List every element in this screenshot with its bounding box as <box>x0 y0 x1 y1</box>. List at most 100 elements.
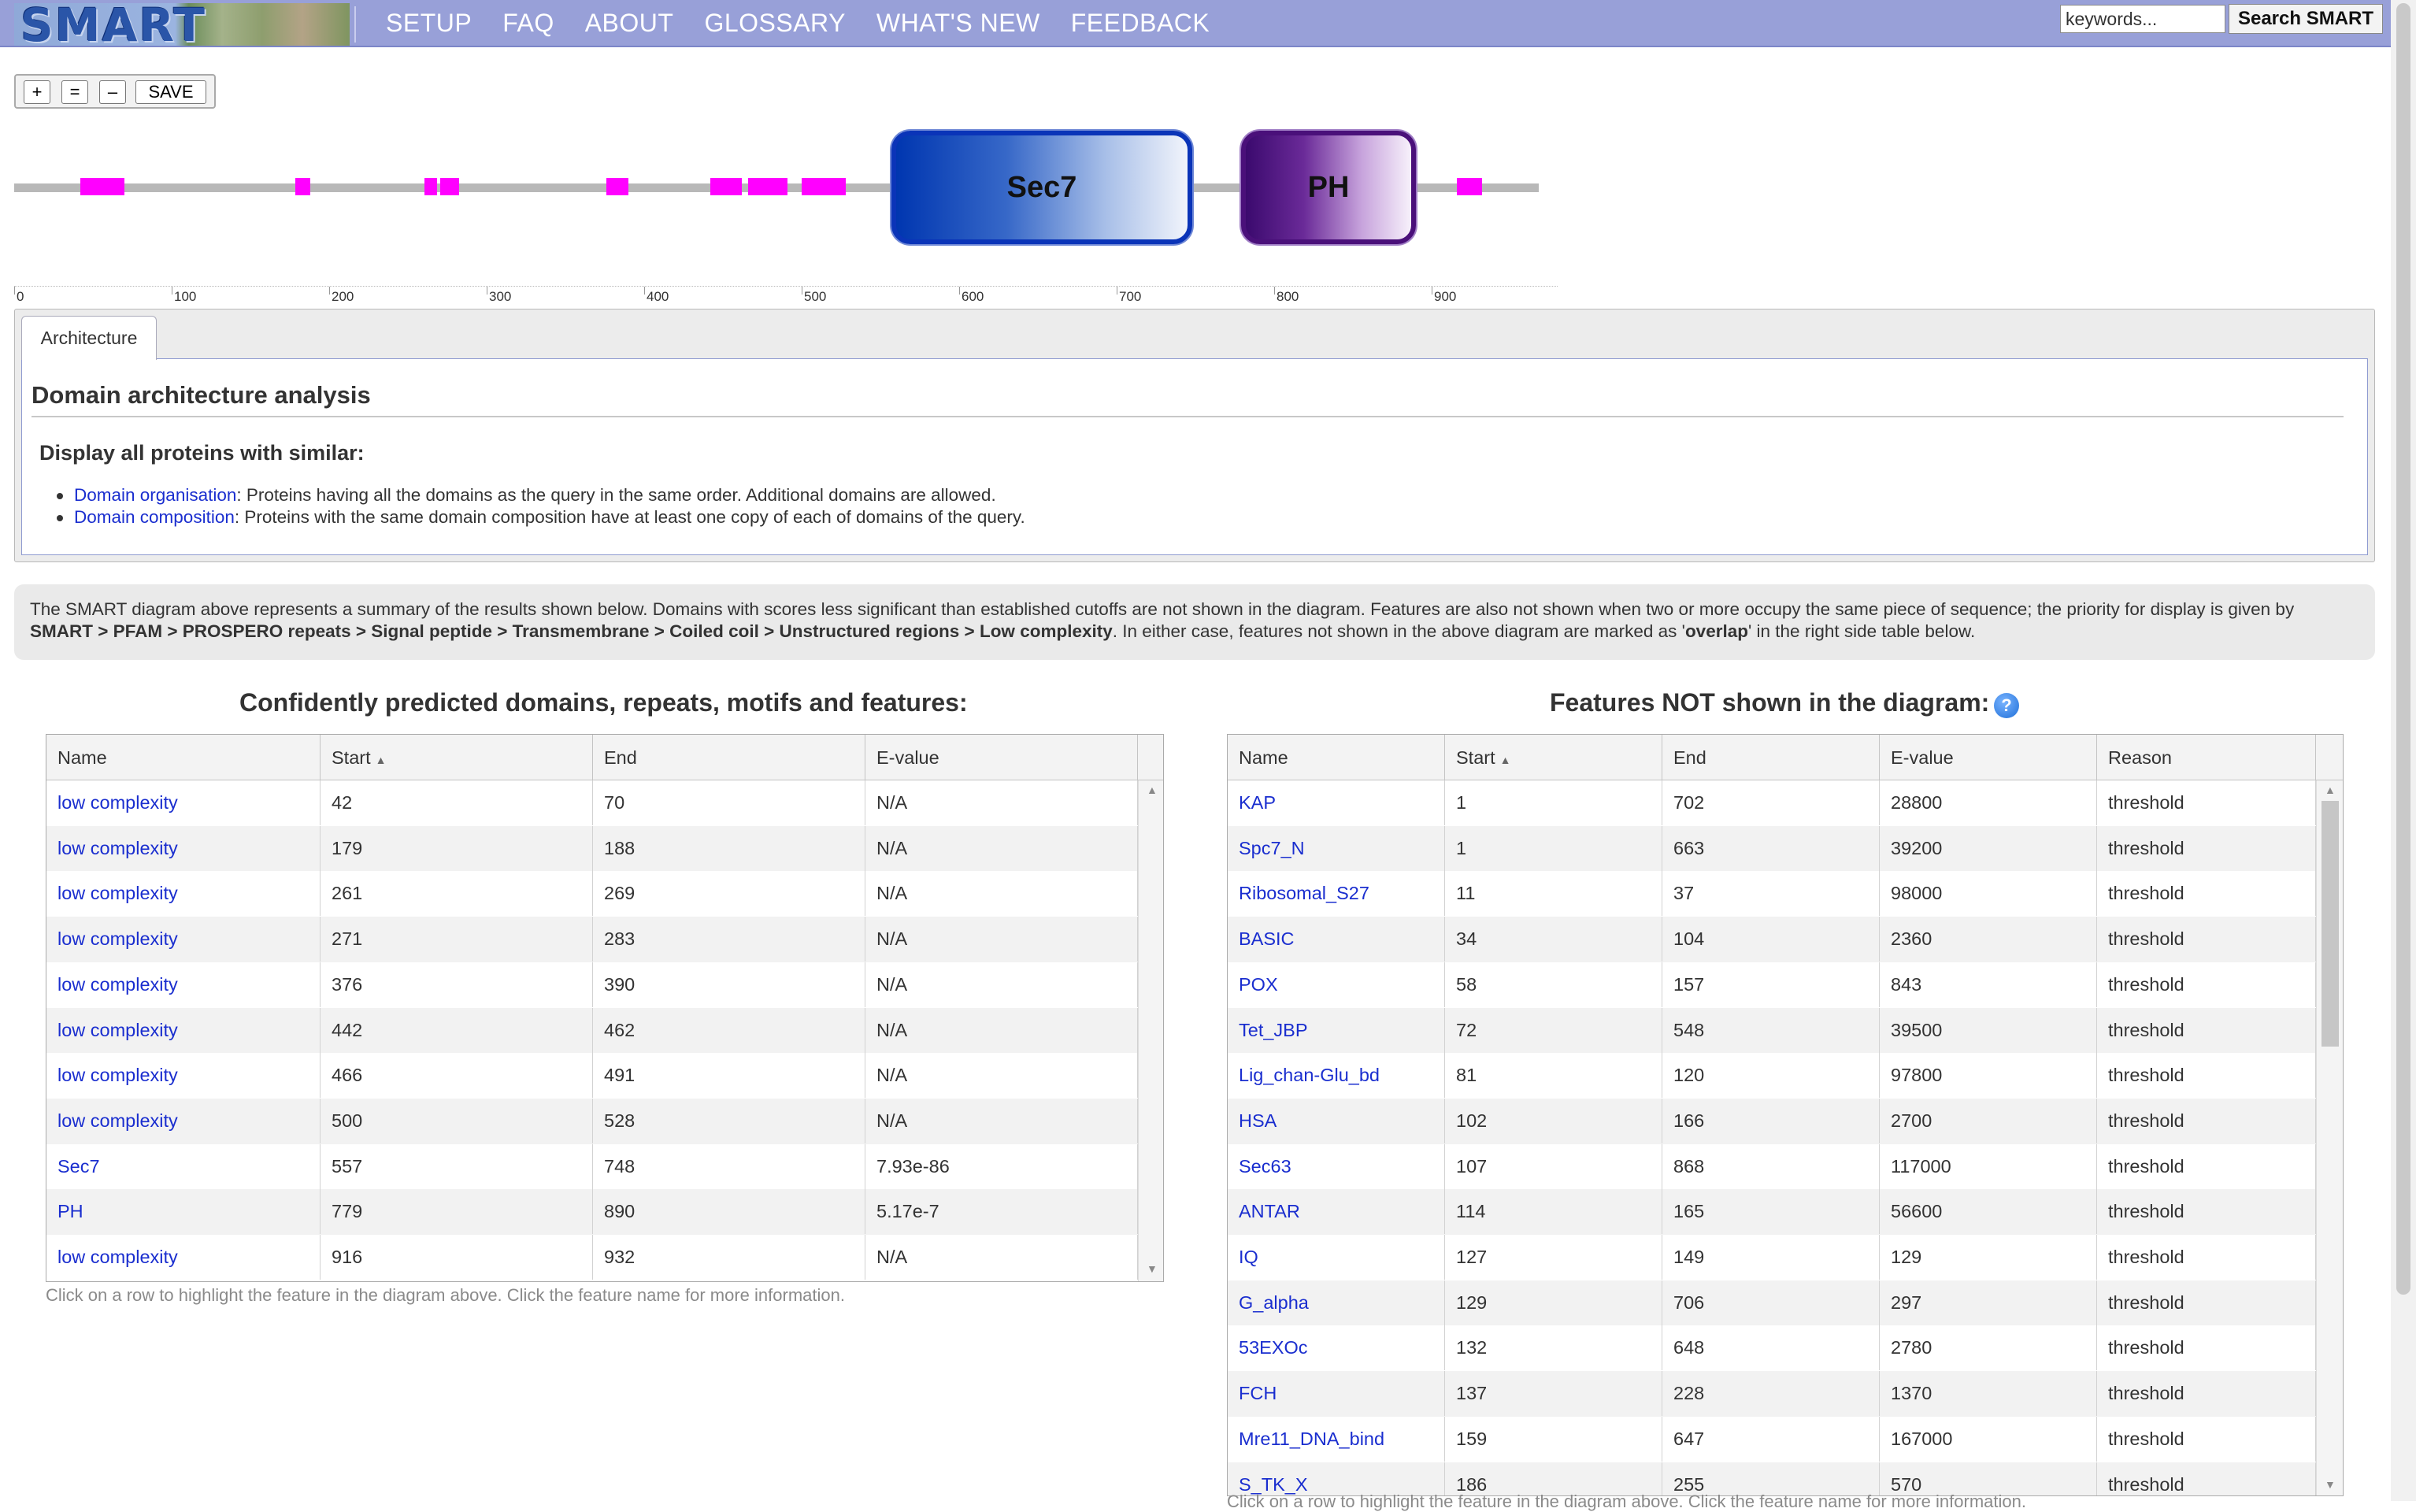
scroll-down-icon[interactable]: ▼ <box>2325 1478 2336 1491</box>
table-row[interactable]: POX 58 157 843 threshold <box>1228 962 2316 1008</box>
ph-domain[interactable]: PH <box>1241 131 1416 244</box>
zoom-reset-button[interactable]: = <box>61 80 88 104</box>
feature-name-link[interactable]: PH <box>46 1189 321 1235</box>
scroll-down-icon[interactable]: ▼ <box>1147 1262 1158 1275</box>
feature-name-link[interactable]: 53EXOc <box>1228 1325 1445 1371</box>
scroll-up-icon[interactable]: ▲ <box>1147 784 1158 796</box>
column-header-name[interactable]: Name <box>1228 735 1445 780</box>
feature-name-link[interactable]: low complexity <box>46 1098 321 1143</box>
table-scrollbar[interactable]: ▲ ▼ <box>2316 780 2343 1495</box>
search-input[interactable] <box>2060 5 2225 33</box>
feature-name-link[interactable]: KAP <box>1228 780 1445 825</box>
search-smart-button[interactable]: Search SMART <box>2229 4 2383 34</box>
low-complexity-segment[interactable] <box>748 178 787 195</box>
table-row[interactable]: G_alpha 129 706 297 threshold <box>1228 1280 2316 1326</box>
feature-name-link[interactable]: low complexity <box>46 780 321 825</box>
feature-name-link[interactable]: BASIC <box>1228 917 1445 962</box>
column-header-evalue[interactable]: E-value <box>865 735 1138 780</box>
feature-name-link[interactable]: POX <box>1228 962 1445 1007</box>
column-header-start[interactable]: Start ▲ <box>321 735 593 780</box>
column-header-start[interactable]: Start ▲ <box>1445 735 1662 780</box>
table-row[interactable]: IQ 127 149 129 threshold <box>1228 1235 2316 1280</box>
table-row[interactable]: BASIC 34 104 2360 threshold <box>1228 917 2316 962</box>
feature-name-link[interactable]: low complexity <box>46 917 321 962</box>
table-row[interactable]: low complexity 376 390 N/A <box>46 962 1138 1008</box>
table-row[interactable]: Sec7 557 748 7.93e-86 <box>46 1143 1138 1190</box>
table-cell: N/A <box>865 780 1138 825</box>
domain-composition-link[interactable]: Domain composition <box>74 507 235 527</box>
table-row[interactable]: HSA 102 166 2700 threshold <box>1228 1098 2316 1144</box>
zoom-in-button[interactable]: + <box>24 80 50 104</box>
feature-name-link[interactable]: low complexity <box>46 871 321 917</box>
column-header-name[interactable]: Name <box>46 735 321 780</box>
table-row[interactable]: low complexity 442 462 N/A <box>46 1007 1138 1054</box>
table-row[interactable]: Sec63 107 868 117000 threshold <box>1228 1143 2316 1190</box>
table-row[interactable]: FCH 137 228 1370 threshold <box>1228 1371 2316 1417</box>
zoom-out-button[interactable]: – <box>99 80 126 104</box>
feature-name-link[interactable]: Ribosomal_S27 <box>1228 871 1445 917</box>
sec7-domain[interactable]: Sec7 <box>891 131 1192 244</box>
feature-name-link[interactable]: HSA <box>1228 1098 1445 1143</box>
tab-architecture[interactable]: Architecture <box>21 316 157 360</box>
feature-name-link[interactable]: IQ <box>1228 1235 1445 1280</box>
list-item: Domain organisation: Proteins having all… <box>57 485 996 506</box>
nav-glossary[interactable]: GLOSSARY <box>704 9 845 38</box>
table-row[interactable]: Tet_JBP 72 548 39500 threshold <box>1228 1007 2316 1054</box>
table-row[interactable]: Ribosomal_S27 11 37 98000 threshold <box>1228 871 2316 917</box>
table-row[interactable]: ANTAR 114 165 56600 threshold <box>1228 1189 2316 1235</box>
low-complexity-segment[interactable] <box>606 178 628 195</box>
feature-name-link[interactable]: Sec7 <box>46 1143 321 1189</box>
low-complexity-segment[interactable] <box>802 178 846 195</box>
nav-feedback[interactable]: FEEDBACK <box>1071 9 1210 38</box>
table-row[interactable]: low complexity 500 528 N/A <box>46 1098 1138 1144</box>
nav-faq[interactable]: FAQ <box>502 9 554 38</box>
low-complexity-segment[interactable] <box>80 178 124 195</box>
feature-name-link[interactable]: low complexity <box>46 1235 321 1280</box>
save-button[interactable]: SAVE <box>135 80 206 104</box>
low-complexity-segment[interactable] <box>424 178 437 195</box>
table-row[interactable]: low complexity 179 188 N/A <box>46 825 1138 872</box>
table-row[interactable]: low complexity 916 932 N/A <box>46 1235 1138 1280</box>
table-row[interactable]: PH 779 890 5.17e-7 <box>46 1189 1138 1235</box>
feature-name-link[interactable]: Mre11_DNA_bind <box>1228 1416 1445 1462</box>
feature-name-link[interactable]: low complexity <box>46 1053 321 1099</box>
low-complexity-segment[interactable] <box>440 178 459 195</box>
column-header-end[interactable]: End <box>593 735 865 780</box>
feature-name-link[interactable]: low complexity <box>46 962 321 1007</box>
table-row[interactable]: low complexity 466 491 N/A <box>46 1053 1138 1099</box>
table-row[interactable]: low complexity 271 283 N/A <box>46 917 1138 962</box>
domain-organisation-link[interactable]: Domain organisation <box>74 485 236 505</box>
table-scrollbar[interactable]: ▲ ▼ <box>1138 780 1163 1281</box>
feature-name-link[interactable]: Tet_JBP <box>1228 1007 1445 1053</box>
feature-name-link[interactable]: low complexity <box>46 825 321 871</box>
table-row[interactable]: 53EXOc 132 648 2780 threshold <box>1228 1325 2316 1371</box>
nav-about[interactable]: ABOUT <box>585 9 674 38</box>
nav-setup[interactable]: SETUP <box>386 9 472 38</box>
table-row[interactable]: Lig_chan-Glu_bd 81 120 97800 threshold <box>1228 1053 2316 1099</box>
feature-name-link[interactable]: Sec63 <box>1228 1143 1445 1189</box>
column-header-evalue[interactable]: E-value <box>1880 735 2097 780</box>
feature-name-link[interactable]: Lig_chan-Glu_bd <box>1228 1053 1445 1099</box>
scroll-up-icon[interactable]: ▲ <box>2325 784 2336 796</box>
table-row[interactable]: low complexity 261 269 N/A <box>46 871 1138 917</box>
table-scroll-thumb[interactable] <box>2322 801 2339 1047</box>
nav-whats-new[interactable]: WHAT'S NEW <box>876 9 1040 38</box>
table-row[interactable]: Spc7_N 1 663 39200 threshold <box>1228 825 2316 872</box>
feature-name-link[interactable]: ANTAR <box>1228 1189 1445 1235</box>
page-scroll-thumb[interactable] <box>2396 3 2410 1295</box>
low-complexity-segment[interactable] <box>710 178 742 195</box>
table-row[interactable]: Mre11_DNA_bind 159 647 167000 threshold <box>1228 1416 2316 1462</box>
table-cell: 165 <box>1662 1189 1880 1235</box>
column-header-reason[interactable]: Reason <box>2097 735 2316 780</box>
feature-name-link[interactable]: low complexity <box>46 1007 321 1053</box>
table-row[interactable]: KAP 1 702 28800 threshold <box>1228 780 2316 826</box>
feature-name-link[interactable]: FCH <box>1228 1371 1445 1417</box>
table-row[interactable]: low complexity 42 70 N/A <box>46 780 1138 826</box>
column-header-end[interactable]: End <box>1662 735 1880 780</box>
smart-logo[interactable]: SMART <box>14 3 350 46</box>
help-icon[interactable]: ? <box>1994 693 2019 718</box>
low-complexity-segment[interactable] <box>1457 178 1482 195</box>
low-complexity-segment[interactable] <box>295 178 310 195</box>
feature-name-link[interactable]: Spc7_N <box>1228 825 1445 871</box>
feature-name-link[interactable]: G_alpha <box>1228 1280 1445 1325</box>
